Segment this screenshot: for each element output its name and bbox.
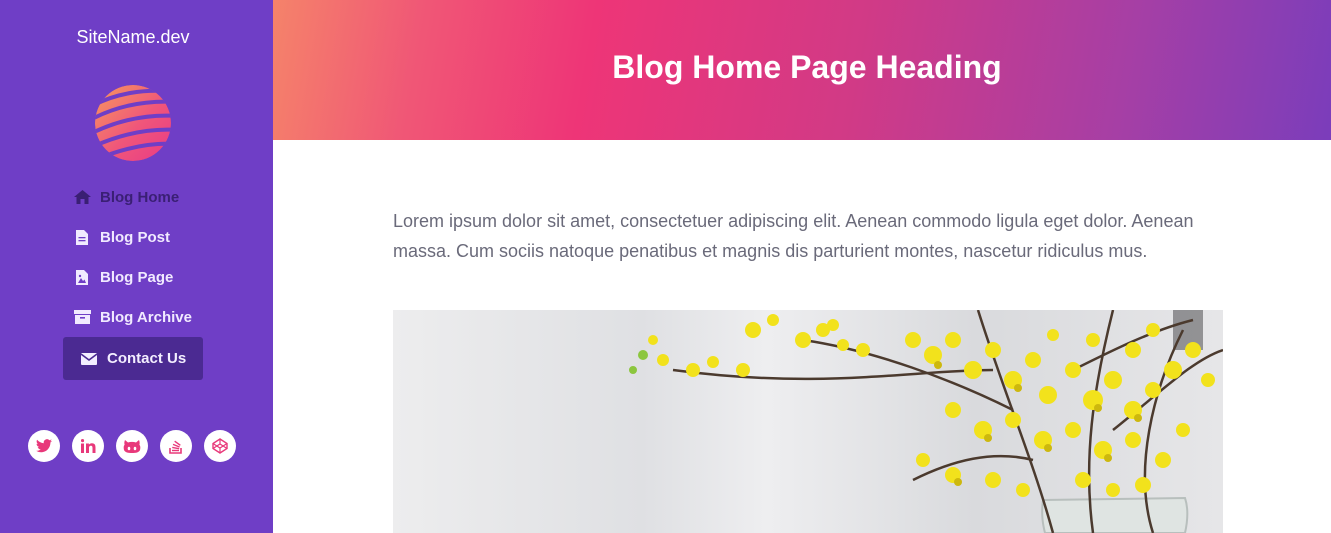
site-name[interactable]: SiteName.dev bbox=[0, 27, 266, 48]
file-image-icon bbox=[73, 269, 91, 285]
twitter-icon bbox=[36, 439, 52, 453]
home-icon bbox=[73, 189, 91, 205]
sidebar: SiteName.dev Blog Home Blog Post Blog Pa… bbox=[0, 0, 273, 533]
page-title: Blog Home Page Heading bbox=[612, 48, 1002, 85]
linkedin-icon bbox=[80, 439, 95, 453]
social-links bbox=[28, 430, 236, 462]
nav-item-blog-page[interactable]: Blog Page bbox=[63, 257, 213, 297]
github-icon bbox=[123, 440, 141, 453]
flower-branches-image bbox=[393, 310, 1223, 533]
nav-item-blog-archive[interactable]: Blog Archive bbox=[63, 297, 213, 337]
nav-label: Blog Page bbox=[100, 268, 174, 286]
nav-item-blog-post[interactable]: Blog Post bbox=[63, 217, 213, 257]
envelope-icon bbox=[80, 351, 98, 367]
file-icon bbox=[73, 229, 91, 245]
nav-label: Blog Archive bbox=[100, 308, 192, 326]
github-link[interactable] bbox=[116, 430, 148, 462]
nav-item-contact-us[interactable]: Contact Us bbox=[63, 337, 203, 380]
main-content: Lorem ipsum dolor sit amet, consectetuer… bbox=[393, 206, 1223, 266]
logo-globe[interactable] bbox=[94, 84, 172, 162]
page-header: Blog Home Page Heading bbox=[273, 0, 1331, 140]
sidebar-nav: Blog Home Blog Post Blog Page Blog Archi… bbox=[63, 177, 213, 380]
stackoverflow-icon bbox=[169, 440, 182, 454]
nav-label: Blog Home bbox=[100, 188, 180, 206]
codepen-icon bbox=[212, 438, 228, 454]
codepen-link[interactable] bbox=[204, 430, 236, 462]
twitter-link[interactable] bbox=[28, 430, 60, 462]
linkedin-link[interactable] bbox=[72, 430, 104, 462]
intro-paragraph: Lorem ipsum dolor sit amet, consectetuer… bbox=[393, 211, 1194, 261]
nav-label: Contact Us bbox=[107, 350, 187, 367]
stackoverflow-link[interactable] bbox=[160, 430, 192, 462]
nav-item-blog-home[interactable]: Blog Home bbox=[63, 177, 213, 217]
nav-label: Blog Post bbox=[100, 228, 170, 246]
archive-icon bbox=[73, 309, 91, 325]
hero-image-flowers bbox=[393, 310, 1223, 533]
